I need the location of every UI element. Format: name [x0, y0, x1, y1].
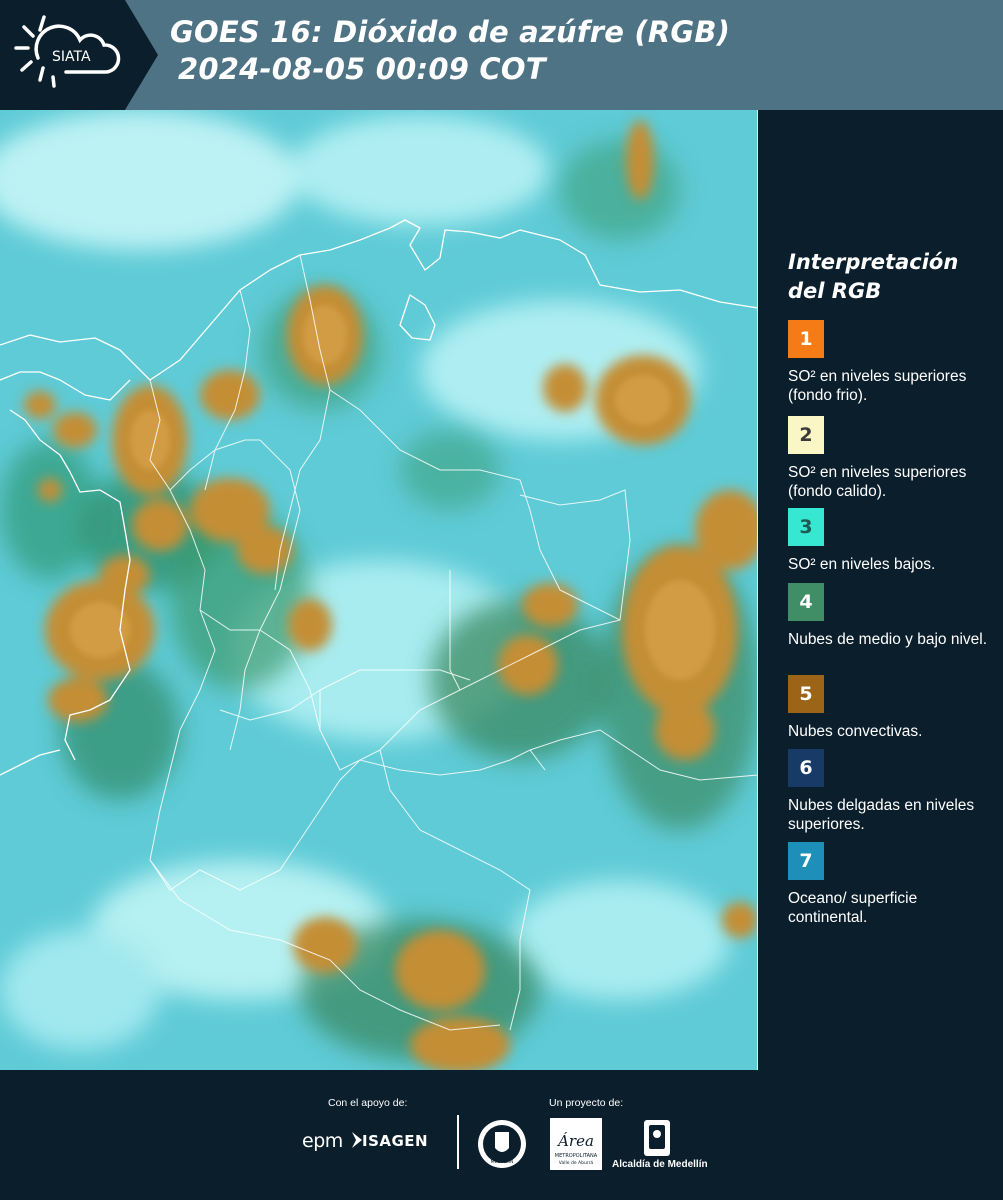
- legend-item-3: 3 SO² en niveles bajos.: [788, 508, 993, 574]
- legend-item-7: 7 Oceano/ superficie continental.: [788, 842, 993, 927]
- legend-swatch-1: 1: [788, 320, 824, 358]
- area-metropolitana-logo: Área METROPOLITANA Valle de Aburrá: [550, 1118, 602, 1170]
- legend-swatch-6: 6: [788, 749, 824, 787]
- support-label: Con el apoyo de:: [328, 1097, 408, 1109]
- title-product: GOES 16: Dióxido de azúfre (RGB): [170, 15, 731, 49]
- legend-label-5: Nubes convectivas.: [788, 723, 923, 740]
- legend-title-line1: Interpretación: [788, 250, 959, 274]
- area-logo-subtext: METROPOLITANA: [555, 1153, 598, 1159]
- medellin-seal-icon: MEDELLÍN: [478, 1120, 526, 1168]
- legend-number-6: 6: [799, 757, 813, 779]
- alcaldia-shield-icon: [644, 1120, 670, 1156]
- epm-logo: epm: [302, 1130, 343, 1152]
- legend-number-2: 2: [799, 424, 813, 446]
- legend-swatch-3: 3: [788, 508, 824, 546]
- siata-logo: SIATA: [0, 0, 160, 110]
- legend-item-5: 5 Nubes convectivas.: [788, 675, 993, 741]
- title-timestamp: 2024-08-05 00:09 COT: [178, 52, 546, 86]
- legend-swatch-4: 4: [788, 583, 824, 621]
- legend-label-2: SO² en niveles superiores (fondo calido)…: [788, 464, 967, 500]
- legend-label-1: SO² en niveles superiores (fondo frio).: [788, 368, 967, 404]
- page-title: GOES 16: Dióxido de azúfre (RGB) 2024-08…: [170, 14, 730, 88]
- legend-number-7: 7: [799, 850, 813, 872]
- legend-label-7: Oceano/ superficie continental.: [788, 890, 918, 926]
- area-logo-subtext-2: Valle de Aburrá: [559, 1159, 594, 1166]
- legend-item-6: 6 Nubes delgadas en niveles superiores.: [788, 749, 993, 834]
- legend-swatch-5: 5: [788, 675, 824, 713]
- legend-number-1: 1: [799, 328, 813, 350]
- legend-swatch-2: 2: [788, 416, 824, 454]
- legend-number-5: 5: [799, 683, 813, 705]
- legend-item-1: 1 SO² en niveles superiores (fondo frio)…: [788, 320, 993, 405]
- footer-divider: [457, 1115, 459, 1169]
- medellin-seal-text: MEDELLÍN: [491, 1158, 514, 1165]
- siata-logo-text: SIATA: [52, 49, 91, 65]
- legend-label-6: Nubes delgadas en niveles superiores.: [788, 797, 975, 833]
- legend-item-4: 4 Nubes de medio y bajo nivel.: [788, 583, 993, 649]
- alcaldia-logo-text: Alcaldía de Medellín: [612, 1159, 708, 1170]
- area-logo-text: Área: [556, 1132, 594, 1150]
- legend-item-2: 2 SO² en niveles superiores (fondo calid…: [788, 416, 993, 501]
- legend-panel: Interpretación del RGB 1 SO² en niveles …: [758, 110, 1003, 1070]
- isagen-logo: ISAGEN: [362, 1132, 429, 1150]
- legend-label-3: SO² en niveles bajos.: [788, 556, 936, 573]
- legend-label-4: Nubes de medio y bajo nivel.: [788, 631, 988, 648]
- satellite-map[interactable]: [0, 110, 758, 1070]
- legend-title: Interpretación del RGB: [788, 248, 958, 306]
- legend-number-3: 3: [799, 516, 813, 538]
- legend-number-4: 4: [799, 591, 813, 613]
- legend-swatch-7: 7: [788, 842, 824, 880]
- footer: Con el apoyo de: Un proyecto de: epm ISA…: [0, 1070, 1003, 1200]
- header-bar: SIATA GOES 16: Dióxido de azúfre (RGB) 2…: [0, 0, 1003, 110]
- legend-title-line2: del RGB: [788, 279, 882, 303]
- project-label: Un proyecto de:: [549, 1097, 624, 1109]
